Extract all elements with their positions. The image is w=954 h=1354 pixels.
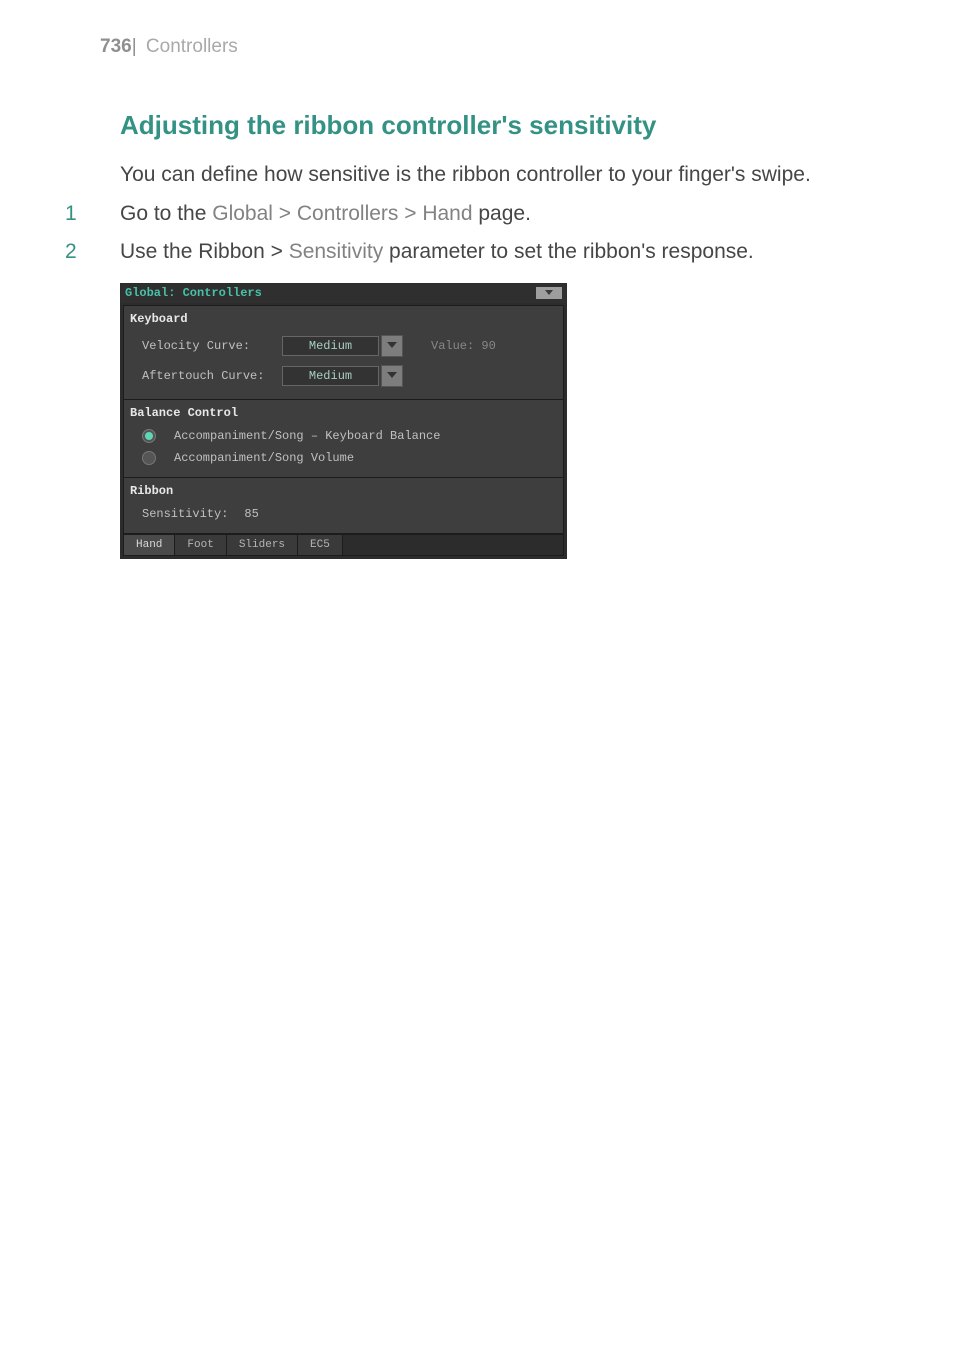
- aftertouch-combo[interactable]: Medium: [282, 365, 403, 387]
- radio-unselected-icon[interactable]: [142, 451, 156, 465]
- balance-option-2[interactable]: Accompaniment/Song Volume: [124, 447, 563, 469]
- step-2-param: Sensitivity: [289, 240, 384, 263]
- step-text: Go to the Global > Controllers > Hand pa…: [120, 198, 531, 231]
- step-1: 1 Go to the Global > Controllers > Hand …: [120, 198, 864, 231]
- chevron-down-icon[interactable]: [381, 365, 403, 387]
- page-header: 736| Controllers: [0, 36, 954, 58]
- balance-option-1[interactable]: Accompaniment/Song – Keyboard Balance: [124, 425, 563, 447]
- velocity-value-readout: Value: 90: [431, 339, 496, 353]
- document-page: 736| Controllers Adjusting the ribbon co…: [0, 0, 954, 1354]
- step-2: 2 Use the Ribbon > Sensitivity parameter…: [120, 236, 864, 269]
- window-title: Global: Controllers: [125, 286, 262, 300]
- aftertouch-value: Medium: [282, 366, 379, 386]
- balance-header: Balance Control: [124, 403, 563, 425]
- tab-foot[interactable]: Foot: [175, 535, 226, 555]
- step-1-pre: Go to the: [120, 202, 212, 225]
- step-2-pre: Use the Ribbon >: [120, 240, 289, 263]
- value-number: 90: [481, 339, 495, 353]
- aftertouch-row: Aftertouch Curve: Medium: [124, 361, 563, 391]
- page-number: 736: [100, 36, 132, 57]
- step-1-post: page.: [473, 202, 531, 225]
- tab-sliders[interactable]: Sliders: [227, 535, 298, 555]
- velocity-value: Medium: [282, 336, 379, 356]
- keyboard-header: Keyboard: [124, 309, 563, 331]
- tab-bar: Hand Foot Sliders EC5: [124, 534, 563, 555]
- content-area: Adjusting the ribbon controller's sensit…: [0, 110, 954, 559]
- subheading: Adjusting the ribbon controller's sensit…: [120, 110, 864, 141]
- tab-hand[interactable]: Hand: [124, 535, 175, 555]
- aftertouch-label: Aftertouch Curve:: [142, 369, 272, 383]
- chevron-down-icon[interactable]: [381, 335, 403, 357]
- step-2-post: parameter to set the ribbon's response.: [383, 240, 754, 263]
- tab-ec5[interactable]: EC5: [298, 535, 343, 555]
- step-number: 1: [65, 202, 120, 226]
- balance-section: Balance Control Accompaniment/Song – Key…: [124, 400, 563, 478]
- menu-dropdown-icon[interactable]: [536, 287, 562, 299]
- velocity-label: Velocity Curve:: [142, 339, 272, 353]
- balance-option-1-label: Accompaniment/Song – Keyboard Balance: [174, 429, 440, 443]
- intro-text: You can define how sensitive is the ribb…: [120, 159, 864, 192]
- value-label: Value:: [431, 339, 474, 353]
- header-separator: |: [132, 36, 137, 57]
- velocity-row: Velocity Curve: Medium Value: 90: [124, 331, 563, 361]
- keyboard-section: Keyboard Velocity Curve: Medium Value: 9…: [124, 306, 563, 400]
- window-body: Keyboard Velocity Curve: Medium Value: 9…: [123, 305, 564, 556]
- step-text: Use the Ribbon > Sensitivity parameter t…: [120, 236, 754, 269]
- step-number: 2: [65, 240, 120, 264]
- velocity-combo[interactable]: Medium: [282, 335, 403, 357]
- balance-option-2-label: Accompaniment/Song Volume: [174, 451, 354, 465]
- section-name: Controllers: [146, 36, 238, 57]
- sensitivity-row: Sensitivity: 85: [124, 503, 563, 525]
- ribbon-header: Ribbon: [124, 481, 563, 503]
- controllers-screen: Global: Controllers Keyboard Velocity Cu…: [120, 283, 567, 559]
- step-1-path: Global > Controllers > Hand: [212, 202, 472, 225]
- sensitivity-label: Sensitivity:: [142, 507, 228, 521]
- ribbon-section: Ribbon Sensitivity: 85: [124, 478, 563, 534]
- window-titlebar: Global: Controllers: [121, 284, 566, 303]
- radio-selected-icon[interactable]: [142, 429, 156, 443]
- sensitivity-value[interactable]: 85: [244, 507, 258, 521]
